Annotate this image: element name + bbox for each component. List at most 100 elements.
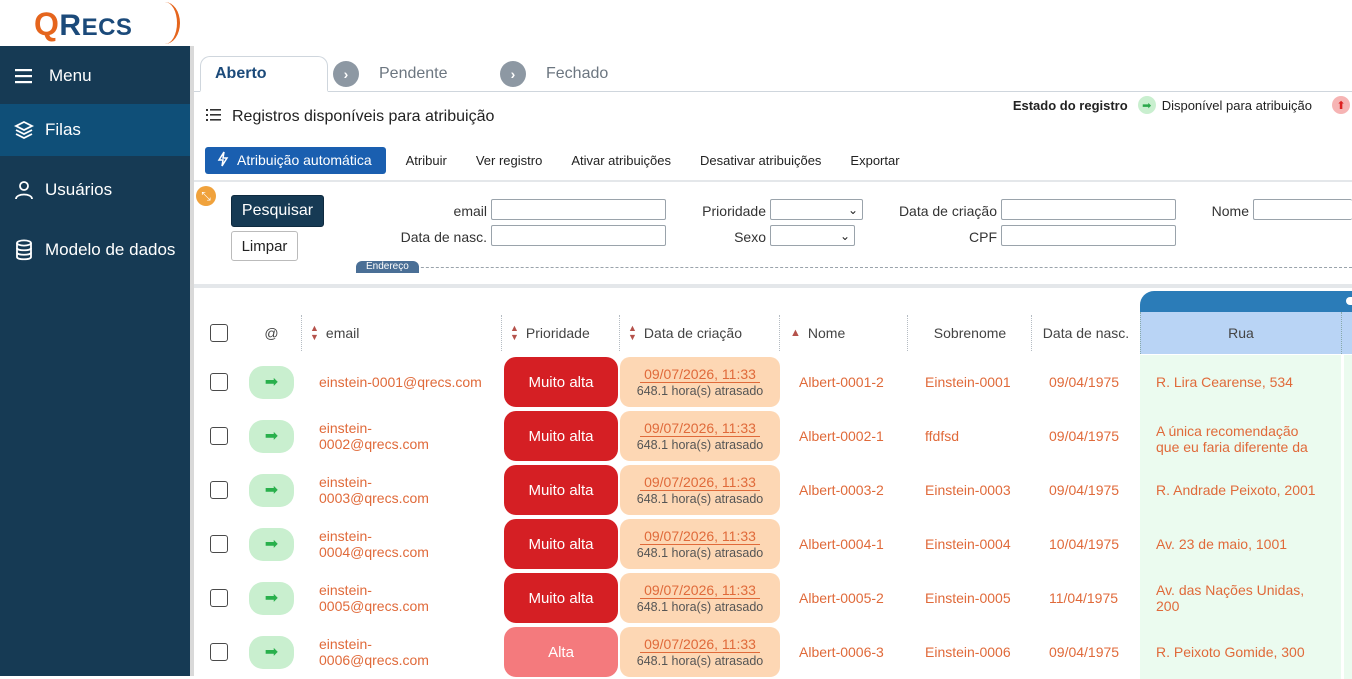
tab-fechado[interactable]: › Fechado (500, 56, 608, 92)
grid-separator (194, 284, 1352, 288)
name-value: Albert-0002-1 (799, 428, 884, 444)
lightning-icon (217, 151, 229, 170)
deactivate-assignments-button[interactable]: Desativar atribuições (700, 153, 821, 168)
filter-priority-select[interactable]: ⌄ (770, 199, 863, 220)
records-grid: @ ▲ ▼ email ▲ ▼ Prioridade ▲ ▼ Data de cria… (194, 290, 1352, 679)
column-header-name[interactable]: ▲ Nome (780, 312, 908, 354)
table-row[interactable]: ➡ einstein- 0005@qrecs.com Muito alta 09/… (194, 571, 1352, 625)
created-date: 09/07/2026, 11:33 (640, 420, 760, 437)
sidebar-item-filas[interactable]: Filas (0, 104, 190, 156)
overdue-text: 648.1 hora(s) atrasado (636, 599, 764, 614)
view-record-button[interactable]: Ver registro (476, 153, 542, 168)
row-checkbox[interactable] (210, 589, 228, 607)
column-header-street[interactable]: Rua (1140, 312, 1341, 354)
priority-badge: Muito alta (504, 411, 618, 461)
email-header-label: email (325, 325, 360, 341)
email-value: einstein- 0004@qrecs.com (319, 528, 429, 560)
filter-email-input[interactable] (491, 199, 666, 220)
created-badge: 09/07/2026, 11:33 648.1 hora(s) atrasado (620, 357, 780, 407)
filter-name-input[interactable] (1253, 199, 1352, 220)
name-value: Albert-0004-1 (799, 536, 884, 552)
arrow-right-icon: ➡ (1137, 96, 1156, 114)
column-header-created[interactable]: ▲ ▼ Data de criação (620, 312, 780, 354)
created-badge: 09/07/2026, 11:33 648.1 hora(s) atrasado (620, 465, 780, 515)
priority-badge: Alta (504, 627, 618, 677)
row-select (210, 409, 240, 463)
row-action: ➡ (249, 625, 299, 679)
birth-value: 09/04/1975 (1049, 428, 1120, 444)
tab-pendente[interactable]: › Pendente (333, 56, 448, 92)
layers-icon (12, 118, 36, 142)
name-value: Albert-0005-2 (799, 590, 884, 606)
toolbar: Atribuição automática Atribuir Ver regis… (205, 146, 929, 174)
tab-aberto[interactable]: Aberto (200, 56, 328, 92)
auto-assign-label: Atribuição automática (237, 152, 372, 168)
row-action: ➡ (249, 517, 299, 571)
overdue-text: 648.1 hora(s) atrasado (636, 383, 764, 398)
select-all-checkbox[interactable] (210, 324, 228, 342)
table-row[interactable]: ➡ einstein- 0006@qrecs.com Alta 09/07/202… (194, 625, 1352, 679)
priority-cell: Muito alta (504, 517, 618, 571)
column-header-birth[interactable]: Data de nasc. (1032, 312, 1140, 354)
collapse-icon[interactable]: ⤡ (196, 186, 216, 206)
filter-created-label: Data de criação (898, 203, 997, 219)
filter-cpf-input[interactable] (1001, 225, 1176, 246)
street-cell: Av. das Nações Unidas, 200 (1140, 571, 1341, 625)
created-header-label: Data de criação (643, 325, 742, 341)
sidebar-item-usuarios[interactable]: Usuários (0, 164, 190, 216)
auto-assign-button[interactable]: Atribuição automática (205, 146, 386, 174)
row-checkbox[interactable] (210, 643, 228, 661)
arrow-right-icon[interactable]: ➡ (249, 635, 294, 669)
birth-cell: 11/04/1975 (1049, 571, 1139, 625)
next-cell (1344, 625, 1352, 679)
sidebar-item-modelo-de-dados[interactable]: Modelo de dados (0, 224, 190, 276)
activate-assignments-button[interactable]: Ativar atribuições (571, 153, 671, 168)
search-button[interactable]: Pesquisar (231, 195, 324, 227)
filter-created-input[interactable] (1001, 199, 1176, 220)
sidebar-item-label: Usuários (45, 180, 113, 199)
arrow-right-icon[interactable]: ➡ (249, 419, 294, 453)
chevron-down-icon: ⌄ (847, 202, 858, 217)
email-value: einstein- 0003@qrecs.com (319, 474, 429, 506)
column-header-email[interactable]: ▲ ▼ email (302, 312, 502, 354)
arrow-right-icon[interactable]: ➡ (249, 365, 294, 399)
clear-button[interactable]: Limpar (231, 231, 298, 261)
collapse-group-icon[interactable] (1346, 297, 1352, 305)
next-cell (1344, 409, 1352, 463)
table-row[interactable]: ➡ einstein- 0003@qrecs.com Muito alta 09/… (194, 463, 1352, 517)
arrow-right-icon[interactable]: ➡ (249, 527, 294, 561)
street-value: Av. 23 de maio, 1001 (1156, 536, 1288, 552)
name-value: Albert-0003-2 (799, 482, 884, 498)
row-checkbox[interactable] (210, 373, 228, 391)
filter-panel: ⤡ Pesquisar Limpar email Prioridade ⌄ Da… (194, 180, 1352, 282)
table-row[interactable]: ➡ einstein- 0004@qrecs.com Muito alta 09/… (194, 517, 1352, 571)
row-checkbox[interactable] (210, 481, 228, 499)
arrow-right-icon[interactable]: ➡ (249, 581, 294, 615)
table-row[interactable]: ➡ einstein-0001@qrecs.com Muito alta 09/… (194, 355, 1352, 409)
surname-value: Einstein-0003 (925, 482, 1011, 498)
column-header-surname[interactable]: Sobrenome (908, 312, 1032, 354)
column-header-priority[interactable]: ▲ ▼ Prioridade (502, 312, 620, 354)
row-checkbox[interactable] (210, 427, 228, 445)
row-checkbox[interactable] (210, 535, 228, 553)
created-badge: 09/07/2026, 11:33 648.1 hora(s) atrasado (620, 411, 780, 461)
assign-button[interactable]: Atribuir (406, 153, 447, 168)
surname-value: Einstein-0004 (925, 536, 1011, 552)
address-section-toggle[interactable]: Endereço (356, 261, 419, 273)
priority-cell: Muito alta (504, 571, 618, 625)
export-button[interactable]: Exportar (850, 153, 899, 168)
menu-toggle[interactable]: Menu (0, 48, 190, 104)
filter-birth-input[interactable] (491, 225, 666, 246)
arrow-right-icon[interactable]: ➡ (249, 473, 294, 507)
surname-cell: Einstein-0003 (925, 463, 1035, 517)
filter-sex-select[interactable]: ⌄ (770, 225, 855, 246)
priority-badge: Muito alta (504, 573, 618, 623)
table-row[interactable]: ➡ einstein- 0002@qrecs.com Muito alta 09/… (194, 409, 1352, 463)
created-date: 09/07/2026, 11:33 (640, 366, 760, 383)
surname-value: Einstein-0006 (925, 644, 1011, 660)
email-value: einstein-0001@qrecs.com (319, 374, 482, 390)
created-date: 09/07/2026, 11:33 (640, 582, 760, 599)
column-header-next[interactable] (1341, 312, 1352, 354)
birth-value: 09/04/1975 (1049, 644, 1120, 660)
overdue-text: 648.1 hora(s) atrasado (636, 491, 764, 506)
